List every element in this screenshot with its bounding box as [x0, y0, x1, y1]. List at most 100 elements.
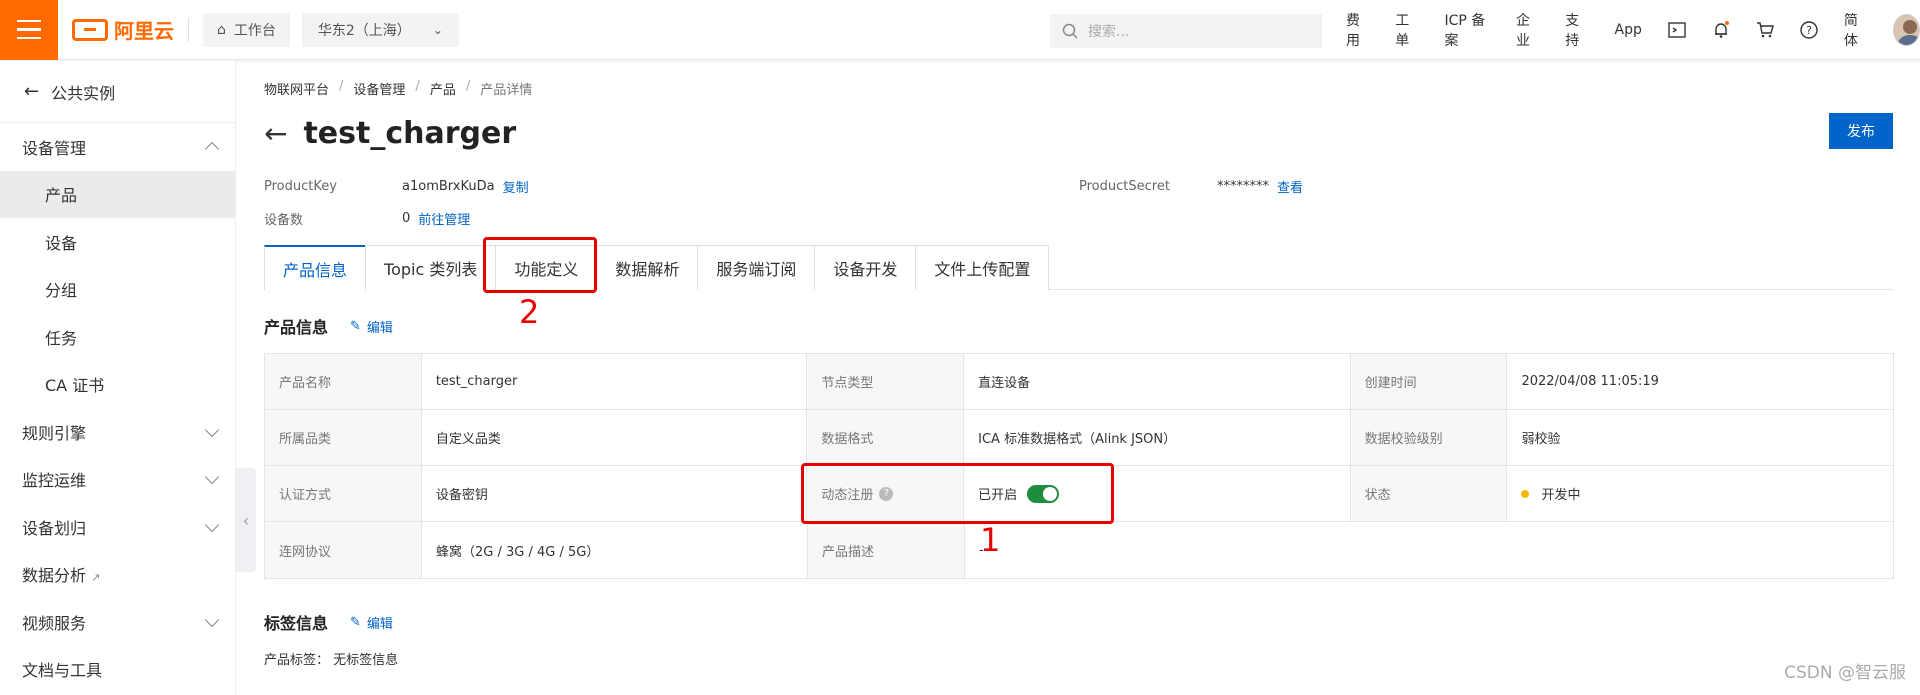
edit-product-info-button[interactable]: ✎ 编辑	[350, 317, 393, 336]
user-avatar[interactable]	[1893, 14, 1920, 46]
field-value: 自定义品类	[422, 410, 808, 465]
tab-product-info[interactable]: 产品信息	[264, 245, 367, 290]
status-dot-icon	[1521, 489, 1530, 498]
annotation-number: 2	[519, 293, 540, 331]
manage-devices-link[interactable]: 前往管理	[418, 209, 470, 228]
sidebar-item-monitoring[interactable]: 监控运维	[0, 456, 235, 504]
sidebar-item-device[interactable]: 设备	[0, 218, 235, 266]
table-row: 所属品类 自定义品类 数据格式 ICA 标准数据格式（Alink JSON） 数…	[265, 410, 1893, 466]
sidebar-item-label: 设备划归	[22, 518, 87, 538]
edit-tags-button[interactable]: ✎ 编辑	[350, 613, 393, 632]
aliyun-logo-mark	[72, 18, 108, 41]
chevron-up-icon	[204, 141, 220, 156]
sidebar-item-product[interactable]: 产品	[0, 170, 235, 218]
sidebar-item-device-assignment[interactable]: 设备划归	[0, 503, 235, 551]
arrow-left-icon: ←	[24, 81, 40, 102]
nav-link-app[interactable]: App	[1615, 22, 1642, 38]
annotation-number: 1	[980, 521, 1001, 559]
svg-text:?: ?	[1806, 24, 1812, 37]
tab-server-subscription[interactable]: 服务端订阅	[697, 245, 816, 290]
breadcrumb: 物联网平台 / 设备管理 / 产品 / 产品详情	[264, 79, 532, 98]
field-value: 蜂窝（2G / 3G / 4G / 5G）	[422, 522, 808, 578]
home-icon: ⌂	[217, 21, 226, 38]
sidebar-item-label: 设备	[45, 233, 78, 253]
sidebar-item-label: 数据分析	[22, 566, 87, 586]
sidebar-back-label: 公共实例	[51, 83, 116, 103]
product-key-value: a1omBrxKuDa	[402, 179, 495, 194]
chevron-down-icon	[204, 612, 220, 627]
tab-data-parsing[interactable]: 数据解析	[596, 245, 699, 290]
breadcrumb-item[interactable]: 产品	[430, 79, 456, 98]
sidebar-item-data-analysis[interactable]: 数据分析 ↗	[0, 551, 235, 599]
breadcrumb-item[interactable]: 设备管理	[353, 79, 405, 98]
edit-label: 编辑	[366, 320, 393, 336]
edit-label: 编辑	[366, 616, 393, 632]
field-value: 直连设备	[964, 354, 1351, 409]
external-link-icon: ↗	[91, 571, 101, 585]
chevron-down-icon	[204, 517, 220, 532]
field-value: test_charger	[422, 354, 808, 409]
product-key-row: ProductKey a1omBrxKuDa 复制	[264, 177, 529, 196]
workbench-label: 工作台	[233, 22, 276, 39]
nav-link-enterprise[interactable]: 企业	[1516, 10, 1539, 50]
sidebar-item-label: 规则引擎	[22, 423, 87, 443]
product-secret-value: ********	[1217, 179, 1269, 194]
sidebar-item-docs-tools[interactable]: 文档与工具	[0, 646, 235, 694]
field-value: 弱校验	[1521, 432, 1561, 447]
language-switch[interactable]: 简体	[1844, 10, 1867, 50]
search-icon	[1062, 23, 1078, 39]
field-label: 状态	[1350, 466, 1508, 521]
tab-device-development[interactable]: 设备开发	[814, 245, 917, 290]
aliyun-logo[interactable]: 阿里云	[72, 15, 174, 44]
breadcrumb-current: 产品详情	[480, 83, 533, 98]
nav-link-icp[interactable]: ICP 备案	[1445, 10, 1491, 50]
sidebar-item-device-management[interactable]: 设备管理	[0, 123, 235, 171]
sidebar-back-link[interactable]: ← 公共实例	[0, 61, 235, 123]
nav-link-support[interactable]: 支持	[1565, 10, 1588, 50]
sidebar: ← 公共实例 设备管理 产品 设备 分组 任务 CA 证书 规则引擎 监控运维 …	[0, 61, 236, 695]
sidebar-item-ca-cert[interactable]: CA 证书	[0, 361, 235, 409]
page-header: ← test_charger	[264, 116, 516, 151]
search-placeholder: 搜索...	[1088, 24, 1130, 40]
field-label: 数据格式	[807, 410, 965, 465]
status-value: 开发中	[1507, 466, 1893, 521]
search-input[interactable]: 搜索...	[1050, 14, 1322, 48]
sidebar-item-label: 设备管理	[22, 138, 87, 158]
brand-name: 阿里云	[114, 19, 174, 43]
copy-link[interactable]: 复制	[503, 177, 529, 196]
bell-icon[interactable]	[1712, 21, 1730, 39]
sidebar-item-video-service[interactable]: 视频服务	[0, 598, 235, 646]
breadcrumb-item[interactable]: 物联网平台	[264, 79, 329, 98]
publish-button[interactable]: 发布	[1829, 113, 1893, 149]
view-secret-link[interactable]: 查看	[1277, 177, 1303, 196]
menu-icon[interactable]	[0, 0, 58, 60]
nav-link-ticket[interactable]: 工单	[1395, 10, 1418, 50]
terminal-icon[interactable]	[1668, 21, 1686, 39]
section-title: 产品信息	[264, 318, 329, 337]
field-value: 2022/04/08 11:05:19	[1521, 374, 1659, 389]
chevron-down-icon	[204, 470, 220, 485]
sidebar-item-group[interactable]: 分组	[0, 266, 235, 314]
nav-link-billing[interactable]: 费用	[1346, 10, 1369, 50]
sidebar-item-label: 文档与工具	[22, 661, 103, 681]
cart-icon[interactable]	[1756, 21, 1774, 39]
product-secret-row: ProductSecret ******** 查看	[1079, 177, 1303, 196]
field-value: ICA 标准数据格式（Alink JSON）	[964, 410, 1351, 465]
sidebar-item-rule-engine[interactable]: 规则引擎	[0, 408, 235, 456]
product-info-header: 产品信息 ✎ 编辑	[264, 314, 393, 338]
field-label: 节点类型	[807, 354, 965, 409]
table-row: 连网协议 蜂窝（2G / 3G / 4G / 5G） 产品描述 -	[265, 522, 1893, 578]
sidebar-item-task[interactable]: 任务	[0, 313, 235, 361]
tab-file-upload-config[interactable]: 文件上传配置	[915, 245, 1050, 290]
tab-topic-list[interactable]: Topic 类列表	[365, 245, 497, 290]
arrow-left-icon[interactable]: ←	[264, 117, 287, 150]
workbench-button[interactable]: ⌂ 工作台	[203, 12, 290, 47]
pencil-icon: ✎	[350, 318, 361, 334]
region-selector[interactable]: 华东2（上海） ⌄	[301, 12, 459, 47]
field-label: 连网协议	[265, 522, 422, 578]
field-value: -	[979, 542, 984, 558]
tags-label: 产品标签：	[264, 653, 330, 668]
watermark-text: CSDN @智云服	[1784, 663, 1906, 683]
product-secret-label: ProductSecret	[1079, 179, 1170, 194]
help-icon[interactable]: ?	[1800, 21, 1818, 39]
